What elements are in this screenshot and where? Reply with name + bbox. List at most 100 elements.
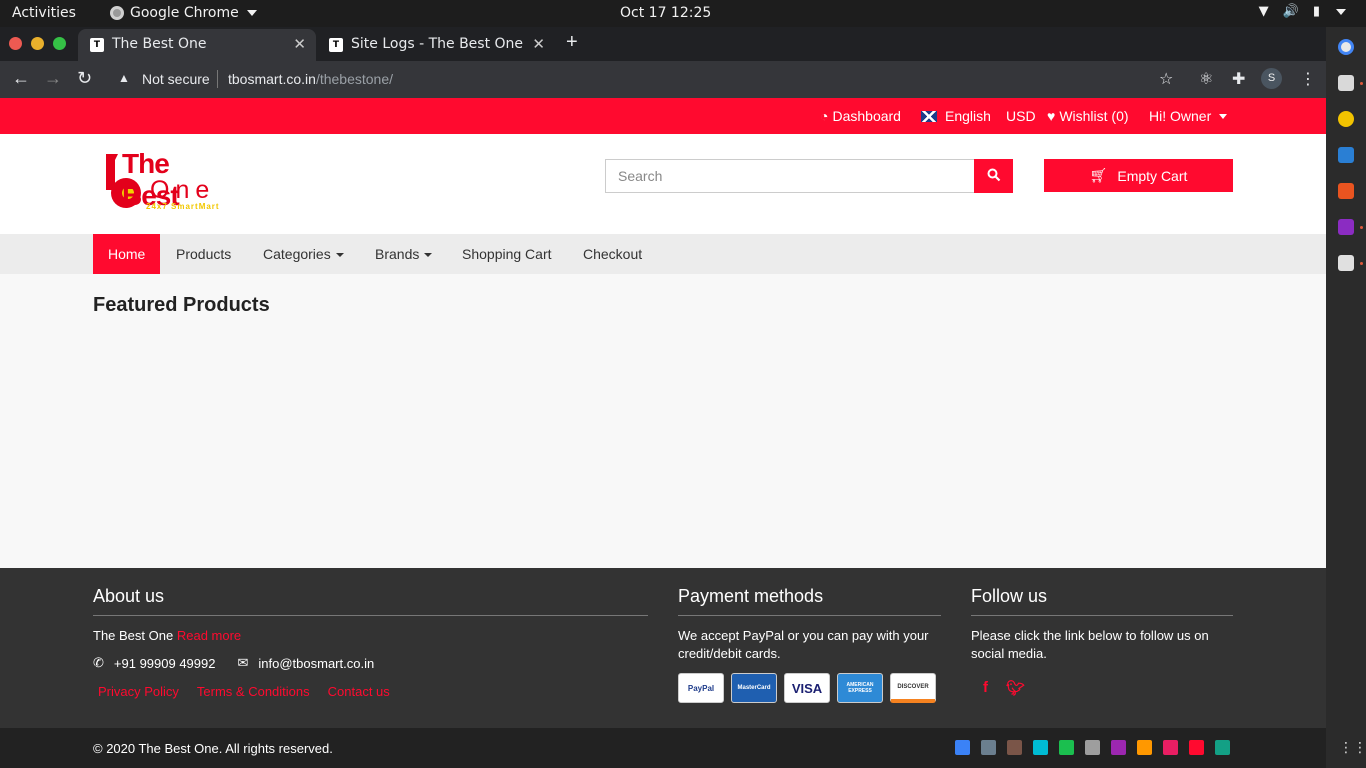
wishlist-link[interactable]: ♥ Wishlist (0)	[1047, 108, 1129, 124]
forward-icon[interactable]: →	[44, 68, 62, 89]
payment-cards: PayPal MasterCard VISA AMERICAN EXPRESS …	[678, 673, 941, 703]
theme-swatch[interactable]	[1059, 740, 1074, 755]
facebook-icon[interactable]: f	[983, 679, 988, 697]
heart-icon: ♥	[1047, 108, 1056, 124]
software-icon[interactable]	[1338, 183, 1354, 199]
user-menu[interactable]: Hi! Owner	[1149, 108, 1228, 124]
tab-the-best-one[interactable]: T The Best One ✕	[78, 29, 316, 61]
language-selector[interactable]: English	[921, 108, 991, 124]
close-tab-icon[interactable]: ✕	[293, 35, 306, 53]
app-name: Google Chrome	[130, 5, 239, 21]
site-header: The Best One 24x7 SmartMart 🛒︎ Empty Car…	[0, 134, 1326, 234]
theme-swatch[interactable]	[1215, 740, 1230, 755]
rhythmbox-icon[interactable]	[1338, 111, 1354, 127]
security-label[interactable]: Not secure	[142, 71, 210, 87]
clock[interactable]: Oct 17 12:25	[620, 5, 711, 21]
privacy-policy-link[interactable]: Privacy Policy	[98, 684, 179, 699]
dock: ⋮⋮	[1326, 27, 1366, 768]
website: ◔ Dashboard English USD ♥ Wishlist (0) Hi!…	[0, 98, 1326, 768]
theme-color-swatches	[955, 740, 1230, 755]
tab-favicon: T	[329, 38, 343, 52]
discover-card-icon: DISCOVER	[890, 673, 936, 703]
nav-brands[interactable]: Brands	[360, 234, 447, 274]
theme-swatch[interactable]	[1137, 740, 1152, 755]
chevron-down-icon	[424, 253, 433, 258]
chrome-icon[interactable]	[1338, 39, 1354, 55]
browser-chrome: T The Best One ✕ T Site Logs - The Best …	[0, 27, 1326, 98]
writer-icon[interactable]	[1338, 147, 1354, 163]
app-menu[interactable]: Google Chrome	[110, 5, 257, 21]
follow-text: Please click the link below to follow us…	[971, 628, 1209, 661]
warning-icon[interactable]: ▲	[118, 71, 130, 85]
system-top-bar: Activities Google Chrome Oct 17 12:25 ▼ …	[0, 0, 1366, 27]
dashboard-link[interactable]: ◔ Dashboard	[820, 108, 901, 124]
nav-products[interactable]: Products	[161, 234, 246, 274]
site-logo[interactable]: The Best One 24x7 SmartMart	[102, 148, 232, 214]
mastercard-card-icon: MasterCard	[731, 673, 777, 703]
theme-swatch[interactable]	[981, 740, 996, 755]
nav-categories-label: Categories	[263, 246, 331, 262]
menu-icon[interactable]: ⋮	[1300, 69, 1316, 89]
extensions-icon[interactable]: ✚	[1232, 69, 1245, 89]
terms-link[interactable]: Terms & Conditions	[197, 684, 310, 699]
reload-icon[interactable]: ↻	[77, 68, 92, 89]
dashboard-icon: ◔	[820, 108, 829, 124]
copyright-text: © 2020 The Best One. All rights reserved…	[93, 741, 333, 756]
tab-title: Site Logs - The Best One	[351, 36, 524, 52]
twitter-icon[interactable]: 🐦︎	[1006, 679, 1025, 697]
maximize-window-button[interactable]	[53, 37, 66, 50]
tab-site-logs[interactable]: T Site Logs - The Best One ✕	[317, 29, 555, 61]
close-window-button[interactable]	[9, 37, 22, 50]
theme-swatch[interactable]	[955, 740, 970, 755]
react-devtools-icon[interactable]: ⚛	[1199, 69, 1213, 89]
url-host: tbosmart.co.in	[228, 71, 316, 87]
chevron-down-icon	[1219, 113, 1228, 119]
profile-avatar[interactable]: S	[1261, 68, 1282, 89]
user-label: Hi! Owner	[1149, 108, 1212, 124]
back-icon[interactable]: ←	[12, 68, 30, 89]
featured-products-heading: Featured Products	[93, 294, 270, 316]
read-more-link[interactable]: Read more	[177, 628, 241, 643]
url-input[interactable]: tbosmart.co.in/thebestone/	[228, 71, 393, 87]
currency-selector[interactable]: USD	[1006, 108, 1036, 124]
cart-label: Empty Cart	[1117, 167, 1188, 184]
footer-links: Privacy Policy Terms & Conditions Contac…	[98, 684, 648, 699]
theme-swatch[interactable]	[1189, 740, 1204, 755]
close-tab-icon[interactable]: ✕	[532, 35, 545, 53]
theme-swatch[interactable]	[1007, 740, 1022, 755]
nav-shopping-cart[interactable]: Shopping Cart	[447, 234, 567, 274]
divider	[217, 70, 218, 88]
wifi-icon: ▼	[1258, 4, 1269, 19]
bookmark-star-icon[interactable]: ☆	[1159, 69, 1173, 89]
theme-swatch[interactable]	[1111, 740, 1126, 755]
search-button[interactable]	[974, 159, 1013, 193]
nav-categories[interactable]: Categories	[248, 234, 359, 274]
nav-home[interactable]: Home	[93, 234, 161, 274]
visa-card-icon: VISA	[784, 673, 830, 703]
theme-swatch[interactable]	[1033, 740, 1048, 755]
search-input[interactable]	[605, 159, 975, 193]
email-address[interactable]: info@tbosmart.co.in	[258, 656, 374, 671]
activities-button[interactable]: Activities	[12, 5, 76, 21]
phpstorm-icon[interactable]	[1338, 219, 1354, 235]
search-icon	[987, 168, 1000, 181]
battery-icon: ▮	[1312, 4, 1320, 19]
logo-tagline: 24x7 SmartMart	[146, 202, 220, 211]
social-links: f 🐦︎	[983, 679, 1233, 697]
files-icon[interactable]	[1338, 75, 1354, 91]
address-bar-row: ← → ↻ ▲ Not secure tbosmart.co.in/thebes…	[0, 61, 1326, 98]
contact-us-link[interactable]: Contact us	[328, 684, 390, 699]
new-tab-button[interactable]: +	[566, 31, 578, 54]
top-utility-bar: ◔ Dashboard English USD ♥ Wishlist (0) Hi!…	[0, 98, 1326, 134]
phone-icon: ✆	[93, 655, 104, 670]
system-tray[interactable]: ▼ 🔊 ▮	[1259, 4, 1346, 19]
running-indicator	[1360, 226, 1363, 229]
theme-swatch[interactable]	[1163, 740, 1178, 755]
minimize-window-button[interactable]	[31, 37, 44, 50]
show-apps-icon[interactable]: ⋮⋮	[1339, 739, 1366, 756]
cart-button[interactable]: 🛒︎ Empty Cart	[1044, 159, 1233, 192]
nav-checkout[interactable]: Checkout	[568, 234, 657, 274]
document-viewer-icon[interactable]	[1338, 255, 1354, 271]
theme-swatch[interactable]	[1085, 740, 1100, 755]
envelope-icon: ✉	[237, 655, 249, 670]
